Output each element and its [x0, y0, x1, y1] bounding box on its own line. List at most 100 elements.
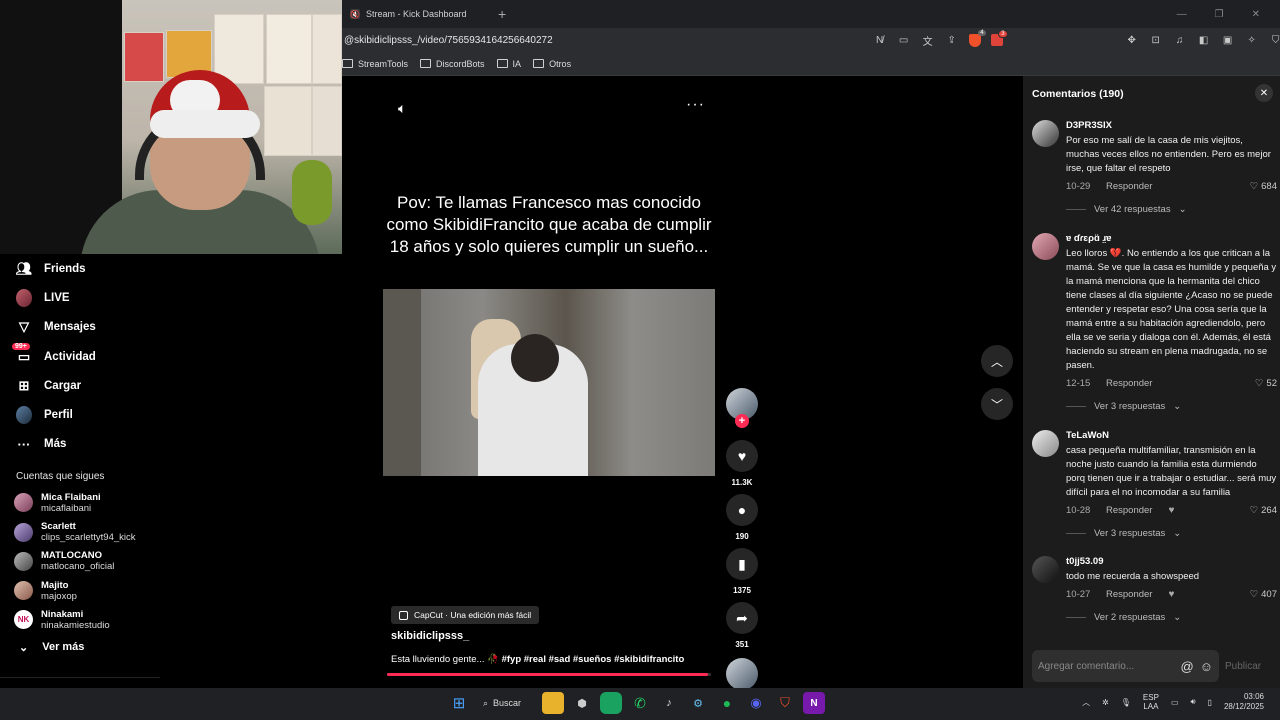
comment-like-button[interactable]: ♡ 264 [1250, 505, 1277, 516]
url-field[interactable]: @skibidiclipsss_/video/75659341642566402… [342, 35, 553, 46]
view-replies-button[interactable]: Ver 3 respuestas ⌄ [1066, 401, 1277, 412]
comment-input[interactable]: Agregar comentario... @ ☺ [1032, 650, 1219, 682]
sidebar-item-cargar[interactable]: ⊞ Cargar [0, 371, 342, 400]
bookmark-streamtools[interactable]: StreamTools [342, 59, 408, 69]
more-options-icon[interactable]: ··· [686, 96, 705, 114]
comments-panel: Comentarios (190) ✕ D3PR3SIX Por eso me … [1023, 76, 1280, 688]
capcut-tag[interactable]: CapCut · Una edición más fácil [391, 606, 540, 624]
brave-icon[interactable]: ⛉ [774, 692, 796, 714]
sound-icon[interactable]: 🔈︎ [398, 100, 406, 117]
video-author[interactable]: skibidiclipsss_ [391, 630, 469, 642]
comment-user[interactable]: TeLaWoN [1066, 430, 1277, 442]
reply-button[interactable]: Responder [1106, 181, 1152, 192]
view-replies-button[interactable]: Ver 2 respuestas ⌄ [1066, 612, 1277, 623]
microphone-icon[interactable]: 🎙︎ [1121, 698, 1131, 707]
wallet-icon[interactable]: ▣ [1221, 33, 1235, 47]
share-count: 351 [735, 640, 749, 649]
share-icon[interactable]: ⇪ [945, 33, 959, 47]
file-explorer-icon[interactable] [542, 692, 564, 714]
extensions-icon[interactable]: ✥ [1125, 33, 1139, 47]
following-item[interactable]: Scarlett clips_scarlettyt94_kick [0, 517, 342, 546]
translate-icon[interactable]: 文 [921, 33, 935, 48]
onenote-icon[interactable]: N [803, 692, 825, 714]
bookmark-discordbots[interactable]: DiscordBots [420, 59, 485, 69]
sidebar-item-perfil[interactable]: Perfil [0, 400, 342, 429]
sidebar-item-friends[interactable]: 👥︎ Friends [0, 254, 342, 283]
new-tab-button[interactable]: + [498, 6, 506, 22]
like-button[interactable]: ♥ [726, 440, 758, 472]
video-player[interactable] [383, 289, 715, 476]
view-replies-button[interactable]: Ver 42 respuestas ⌄ [1066, 204, 1277, 215]
next-video-button[interactable]: ﹀ [981, 388, 1013, 420]
sidebar-item-live[interactable]: LIVE [0, 283, 342, 312]
comment-user[interactable]: D3PR3SIX [1066, 120, 1277, 132]
see-more-button[interactable]: ⌄ Ver más [0, 641, 342, 654]
windows-start-icon[interactable]: ⊞ [448, 692, 470, 714]
minimize-icon[interactable]: — [1177, 9, 1187, 20]
sidebar-item-mas[interactable]: ··· Más [0, 430, 342, 459]
battery-icon[interactable]: ▯ [1208, 698, 1212, 707]
music-icon[interactable]: ♫ [1173, 33, 1187, 47]
obs-icon[interactable]: ⬢ [571, 692, 593, 714]
reply-button[interactable]: Responder [1106, 505, 1152, 516]
comment-like-button[interactable]: ♡ 407 [1250, 589, 1277, 600]
comment-like-button[interactable]: ♡ 52 [1255, 378, 1277, 389]
language-indicator[interactable]: ESP LAA [1143, 693, 1159, 711]
previous-video-button[interactable]: ︿ [981, 345, 1013, 377]
comment-button[interactable]: ● [726, 494, 758, 526]
sidebar-toggle-icon[interactable]: ◧ [1197, 33, 1211, 47]
view-replies-button[interactable]: Ver 3 respuestas ⌄ [1066, 528, 1277, 539]
chrome-app-icon[interactable] [600, 692, 622, 714]
no-tracking-icon[interactable]: N̸ [873, 33, 887, 47]
avatar[interactable] [1032, 556, 1059, 583]
tiktok-app-icon[interactable]: ♪ [658, 692, 680, 714]
avatar[interactable] [1032, 120, 1059, 147]
avatar[interactable] [1032, 233, 1059, 260]
bookmark-ia[interactable]: IA [496, 59, 521, 69]
wall-poster [264, 86, 312, 156]
video-hashtags[interactable]: #fyp #real #sad #sueños #skibidifrancito [502, 654, 685, 665]
discord-icon[interactable]: ◉ [745, 692, 767, 714]
sidebar-item-actividad[interactable]: ▭ 99+ Actividad [0, 342, 342, 371]
screenshot-icon[interactable]: ⊡ [1149, 33, 1163, 47]
spotify-icon[interactable]: ● [716, 692, 738, 714]
clock[interactable]: 03:06 28/12/2025 [1224, 692, 1264, 712]
comment-user[interactable]: ɐ ɗɾɛρɑ̈ ɹ̤ɐ [1066, 233, 1277, 245]
network-icon[interactable]: ▭ [1171, 698, 1179, 707]
steam-icon[interactable]: ⚙ [687, 692, 709, 714]
bookmark-otros[interactable]: Otros [533, 59, 571, 69]
whatsapp-icon[interactable]: ✆ [629, 692, 651, 714]
emoji-icon[interactable]: ☺ [1200, 659, 1213, 674]
publish-button[interactable]: Publicar [1225, 661, 1261, 672]
leo-ai-icon[interactable]: ✧ [1245, 33, 1259, 47]
cast-icon[interactable]: ▭ [897, 33, 911, 47]
sidebar-item-mensajes[interactable]: ▽ Mensajes [0, 313, 342, 342]
tab-kick-dashboard[interactable]: 🔇 Stream - Kick Dashboard [342, 0, 492, 28]
comment-like-button[interactable]: ♡ 684 [1250, 181, 1277, 192]
mention-icon[interactable]: @ [1181, 659, 1194, 674]
save-button[interactable]: ▮ [726, 548, 758, 580]
following-item[interactable]: Majito majoxop [0, 576, 342, 605]
reply-button[interactable]: Responder [1106, 589, 1152, 600]
maximize-icon[interactable]: ❐ [1215, 9, 1224, 20]
video-progress-bar[interactable] [387, 673, 711, 676]
vpn-icon[interactable]: ⛉ [1269, 33, 1280, 47]
close-comments-button[interactable]: ✕ [1255, 84, 1273, 102]
reply-button[interactable]: Responder [1106, 378, 1152, 389]
chevron-up-icon[interactable]: ︿ [1082, 697, 1090, 708]
close-window-icon[interactable]: ✕ [1252, 9, 1260, 20]
taskbar-search[interactable]: ⌕ Buscar [477, 692, 535, 714]
share-button[interactable]: ➦ [726, 602, 758, 634]
rewards-icon[interactable]: 3 [990, 30, 1008, 46]
avatar[interactable] [1032, 430, 1059, 457]
following-item[interactable]: Mica Flaibani micaflaibani [0, 488, 342, 517]
volume-icon[interactable]: 🔊︎ [1191, 697, 1196, 707]
following-item[interactable]: MATLOCANO matlocano_oficial [0, 547, 342, 576]
follow-plus-icon[interactable]: + [735, 414, 749, 428]
settings-tray-icon[interactable]: ✲ [1102, 698, 1109, 707]
brave-shield-icon[interactable]: 4 [968, 29, 986, 47]
sound-disc-avatar[interactable] [726, 658, 758, 690]
comment-user[interactable]: t0jj53.09 [1066, 556, 1277, 568]
following-item[interactable]: NK Ninakami ninakamiestudio [0, 605, 342, 634]
creator-avatar[interactable]: + [726, 388, 758, 428]
